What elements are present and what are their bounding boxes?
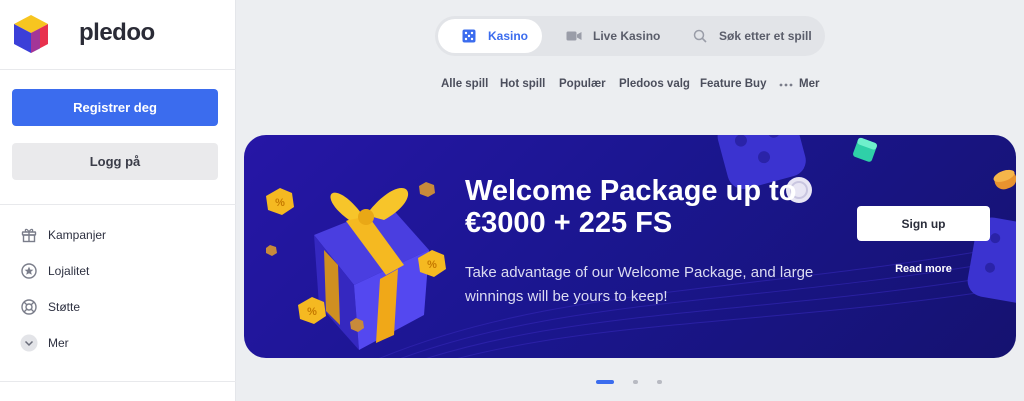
sidebar-divider [0,381,236,382]
brand-name[interactable]: pledoo [79,19,155,47]
search-icon [691,27,709,45]
banner-background-art: % % % [266,135,1016,358]
sidebar-item-lojalitet[interactable]: Lojalitet [20,259,89,283]
svg-text:%: % [427,259,437,271]
category-alle-spill[interactable]: Alle spill [441,78,488,90]
promo-banner[interactable]: % % % Welcome Package up to €3000 + 225 … [244,135,1016,358]
category-feature-buy[interactable]: Feature Buy [700,78,766,90]
carousel-dot-2[interactable] [633,380,638,384]
register-button[interactable]: Registrer deg [12,89,218,126]
tab-kasino[interactable]: Kasino [438,19,542,53]
banner-description: Take advantage of our Welcome Package, a… [465,264,814,305]
chevron-down-icon [20,334,38,352]
category-populaer[interactable]: Populær [559,78,606,90]
banner-title: Welcome Package up to €3000 + 225 FS [465,175,797,239]
svg-text:%: % [275,197,285,209]
read-more-link[interactable]: Read more [857,263,990,275]
gift-box-illustration [314,187,429,350]
sidebar-divider [0,204,236,205]
dice-icon [460,27,478,45]
sidebar-item-label: Støtte [48,300,81,314]
sidebar-item-label: Lojalitet [48,264,90,278]
category-mer[interactable]: Mer [779,78,819,90]
tab-live-kasino[interactable]: Live Kasino [557,19,665,53]
sidebar: pledoo Registrer deg Logg på Kampanjer L… [0,0,236,401]
video-camera-icon [565,27,583,45]
star-icon [20,262,38,280]
carousel-dot-3[interactable] [657,380,662,384]
tab-label: Kasino [488,29,529,43]
lifebuoy-icon [20,298,38,316]
more-dots-icon [779,78,795,90]
tab-label: Live Kasino [593,29,661,43]
category-hot-spill[interactable]: Hot spill [500,78,545,90]
gift-icon [20,226,38,244]
svg-text:%: % [307,306,317,318]
category-label: Mer [799,78,820,90]
carousel-dot-1[interactable] [596,380,614,384]
search-button[interactable]: Søk etter et spill [685,19,820,53]
sidebar-item-mer[interactable]: Mer [20,331,69,355]
logo-row: pledoo [0,0,236,70]
login-button[interactable]: Logg på [12,143,218,180]
signup-button[interactable]: Sign up [857,206,990,241]
sidebar-item-label: Mer [48,336,69,350]
cube-logo-icon[interactable] [14,15,48,53]
sidebar-item-stotte[interactable]: Støtte [20,295,80,319]
sidebar-item-label: Kampanjer [48,228,107,242]
category-pledoos-valg[interactable]: Pledoos valg [619,78,690,90]
search-label: Søk etter et spill [719,29,812,43]
sidebar-item-kampanjer[interactable]: Kampanjer [20,223,106,247]
top-tab-bar: Kasino Live Kasino Søk etter et spill [435,16,825,56]
